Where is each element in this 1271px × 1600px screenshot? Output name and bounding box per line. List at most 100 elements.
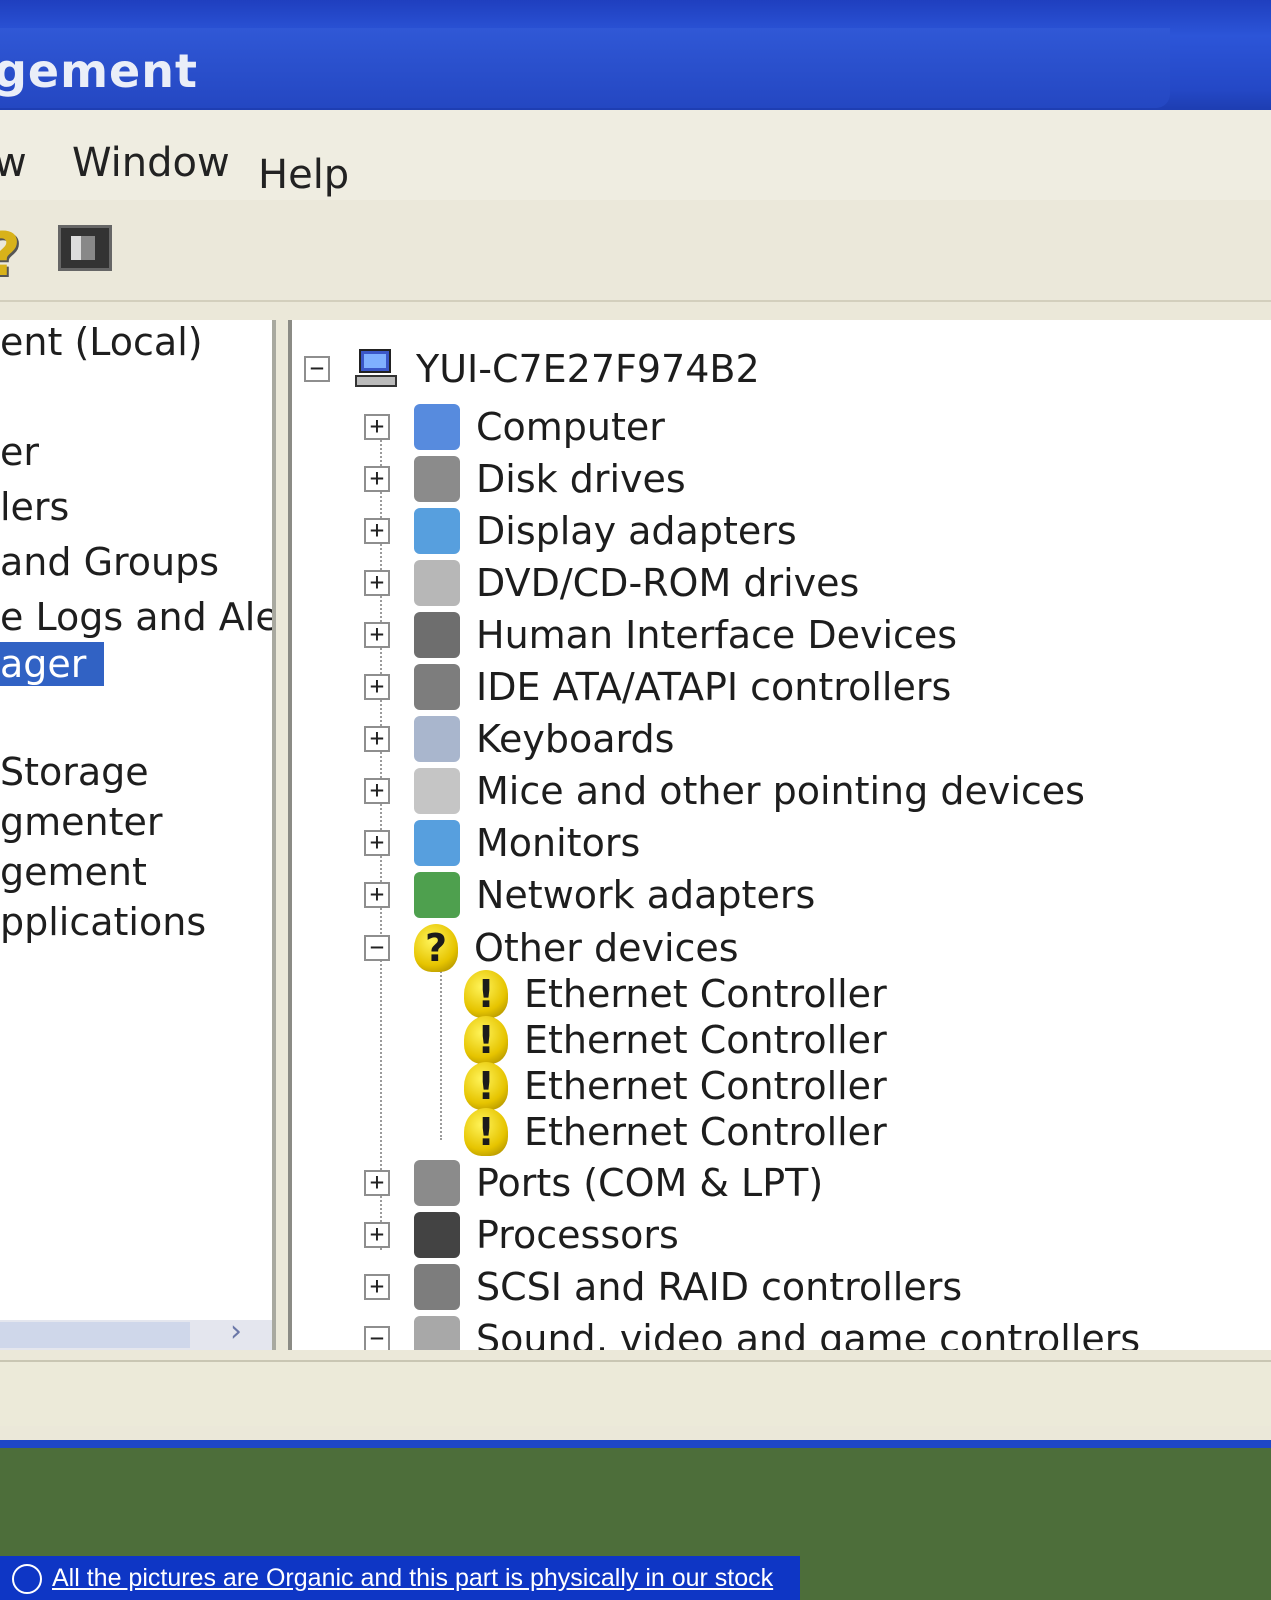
device-category-label: Disk drives [476, 457, 686, 501]
disk-drive-icon [414, 456, 460, 502]
mouse-icon [414, 768, 460, 814]
expand-icon[interactable]: + [364, 1170, 390, 1196]
device-category-node[interactable]: −? Other devices [364, 924, 739, 972]
expand-icon[interactable]: + [364, 778, 390, 804]
collapse-icon[interactable]: − [364, 1326, 390, 1350]
device-category-label: SCSI and RAID controllers [476, 1265, 963, 1309]
copyright-icon [12, 1564, 42, 1595]
device-node[interactable]: ! Ethernet Controller [464, 1108, 887, 1156]
device-node[interactable]: ! Ethernet Controller [464, 970, 887, 1018]
expand-icon[interactable]: + [364, 882, 390, 908]
expand-icon[interactable]: + [364, 674, 390, 700]
computer-root-icon [354, 346, 400, 392]
computer-name-label: YUI-C7E27F974B2 [416, 347, 760, 391]
title-bar: gement [0, 0, 1271, 120]
collapse-icon[interactable]: − [364, 935, 390, 961]
toolbar: ? [0, 200, 1271, 302]
menu-window[interactable]: Window [72, 140, 230, 186]
warning-device-icon: ! [464, 970, 508, 1018]
device-category-label: Network adapters [476, 873, 816, 917]
device-category-node[interactable]: + DVD/CD-ROM drives [364, 560, 859, 606]
menu-bar: w Window Help [0, 110, 1271, 200]
help-icon[interactable]: ? [0, 220, 21, 290]
port-icon [414, 1160, 460, 1206]
sound-icon [414, 1316, 460, 1350]
expand-icon[interactable]: + [364, 1222, 390, 1248]
hid-icon [414, 612, 460, 658]
device-category-node[interactable]: + Disk drives [364, 456, 686, 502]
device-tree-pane: − YUI-C7E27F974B2 + Computer + Disk drives +… [288, 320, 1271, 1350]
warning-device-icon: ! [464, 1062, 508, 1110]
cdrom-icon [414, 560, 460, 606]
menu-help[interactable]: Help [258, 152, 349, 198]
expand-icon[interactable]: + [364, 622, 390, 648]
expand-icon[interactable]: + [364, 830, 390, 856]
device-label: Ethernet Controller [524, 1064, 887, 1108]
device-category-node[interactable]: + Network adapters [364, 872, 815, 918]
device-category-node[interactable]: + Display adapters [364, 508, 797, 554]
device-category-node[interactable]: + Computer [364, 404, 665, 450]
unknown-device-icon: ? [414, 924, 458, 972]
window-title: gement [0, 44, 198, 98]
expand-icon[interactable]: + [364, 466, 390, 492]
scrollbar-thumb[interactable] [0, 1322, 190, 1348]
warning-device-icon: ! [464, 1016, 508, 1064]
device-category-label: Keyboards [476, 717, 675, 761]
console-tree-item[interactable]: gement [0, 850, 147, 894]
show-hide-console-tree-icon[interactable] [58, 225, 112, 271]
display-adapter-icon [414, 508, 460, 554]
device-category-label: Ports (COM & LPT) [476, 1161, 824, 1205]
device-category-label: Computer [476, 405, 665, 449]
device-category-node[interactable]: + SCSI and RAID controllers [364, 1264, 962, 1310]
photo-caption: All the pictures are Organic and this pa… [0, 1556, 800, 1600]
device-label: Ethernet Controller [524, 972, 887, 1016]
device-category-node[interactable]: + Keyboards [364, 716, 674, 762]
console-tree-item[interactable]: ent (Local) [0, 320, 203, 364]
device-node[interactable]: ! Ethernet Controller [464, 1016, 887, 1064]
tree-root-node[interactable]: − YUI-C7E27F974B2 [304, 346, 760, 392]
device-category-node[interactable]: + Ports (COM & LPT) [364, 1160, 823, 1206]
scroll-right-icon[interactable]: › [230, 1314, 242, 1349]
expand-icon[interactable]: + [364, 1274, 390, 1300]
device-category-label: Display adapters [476, 509, 797, 553]
device-category-node[interactable]: + Monitors [364, 820, 640, 866]
network-adapter-icon [414, 872, 460, 918]
device-category-label: DVD/CD-ROM drives [476, 561, 860, 605]
console-tree-item[interactable]: gmenter [0, 800, 163, 844]
ide-controller-icon [414, 664, 460, 710]
console-tree-item-device-manager[interactable]: ager [0, 642, 105, 686]
collapse-icon[interactable]: − [304, 356, 330, 382]
console-tree-item[interactable]: Storage [0, 750, 149, 794]
device-category-label: IDE ATA/ATAPI controllers [476, 665, 952, 709]
device-node[interactable]: ! Ethernet Controller [464, 1062, 887, 1110]
device-category-node[interactable]: − Sound, video and game controllers [364, 1316, 1140, 1350]
computer-icon [414, 404, 460, 450]
device-label: Ethernet Controller [524, 1018, 887, 1062]
console-tree-item[interactable]: lers [0, 485, 69, 529]
console-tree-item[interactable]: and Groups [0, 540, 219, 584]
device-category-label: Other devices [474, 926, 739, 970]
device-category-label: Monitors [476, 821, 641, 865]
console-tree-item[interactable]: er [0, 430, 39, 474]
horizontal-scrollbar[interactable]: › [0, 1314, 272, 1350]
scsi-icon [414, 1264, 460, 1310]
console-tree-item[interactable]: pplications [0, 900, 206, 944]
device-category-label: Sound, video and game controllers [476, 1317, 1141, 1350]
expand-icon[interactable]: + [364, 414, 390, 440]
caption-text: All the pictures are Organic and this pa… [52, 1564, 774, 1592]
device-category-node[interactable]: + Human Interface Devices [364, 612, 957, 658]
window-bottom-border [0, 1440, 1271, 1448]
device-category-node[interactable]: + Processors [364, 1212, 679, 1258]
console-tree: ent (Local) er lers and Groups e Logs an… [0, 320, 276, 1350]
device-category-node[interactable]: + IDE ATA/ATAPI controllers [364, 664, 951, 710]
expand-icon[interactable]: + [364, 518, 390, 544]
expand-icon[interactable]: + [364, 726, 390, 752]
warning-device-icon: ! [464, 1108, 508, 1156]
device-category-label: Human Interface Devices [476, 613, 958, 657]
status-bar [0, 1360, 1271, 1426]
expand-icon[interactable]: + [364, 570, 390, 596]
console-tree-item[interactable]: e Logs and Alert: [0, 595, 272, 639]
menu-view[interactable]: w [0, 140, 27, 186]
computer-management-window: w Window Help ? ent (Local) er lers and … [0, 110, 1271, 1440]
device-category-node[interactable]: + Mice and other pointing devices [364, 768, 1085, 814]
